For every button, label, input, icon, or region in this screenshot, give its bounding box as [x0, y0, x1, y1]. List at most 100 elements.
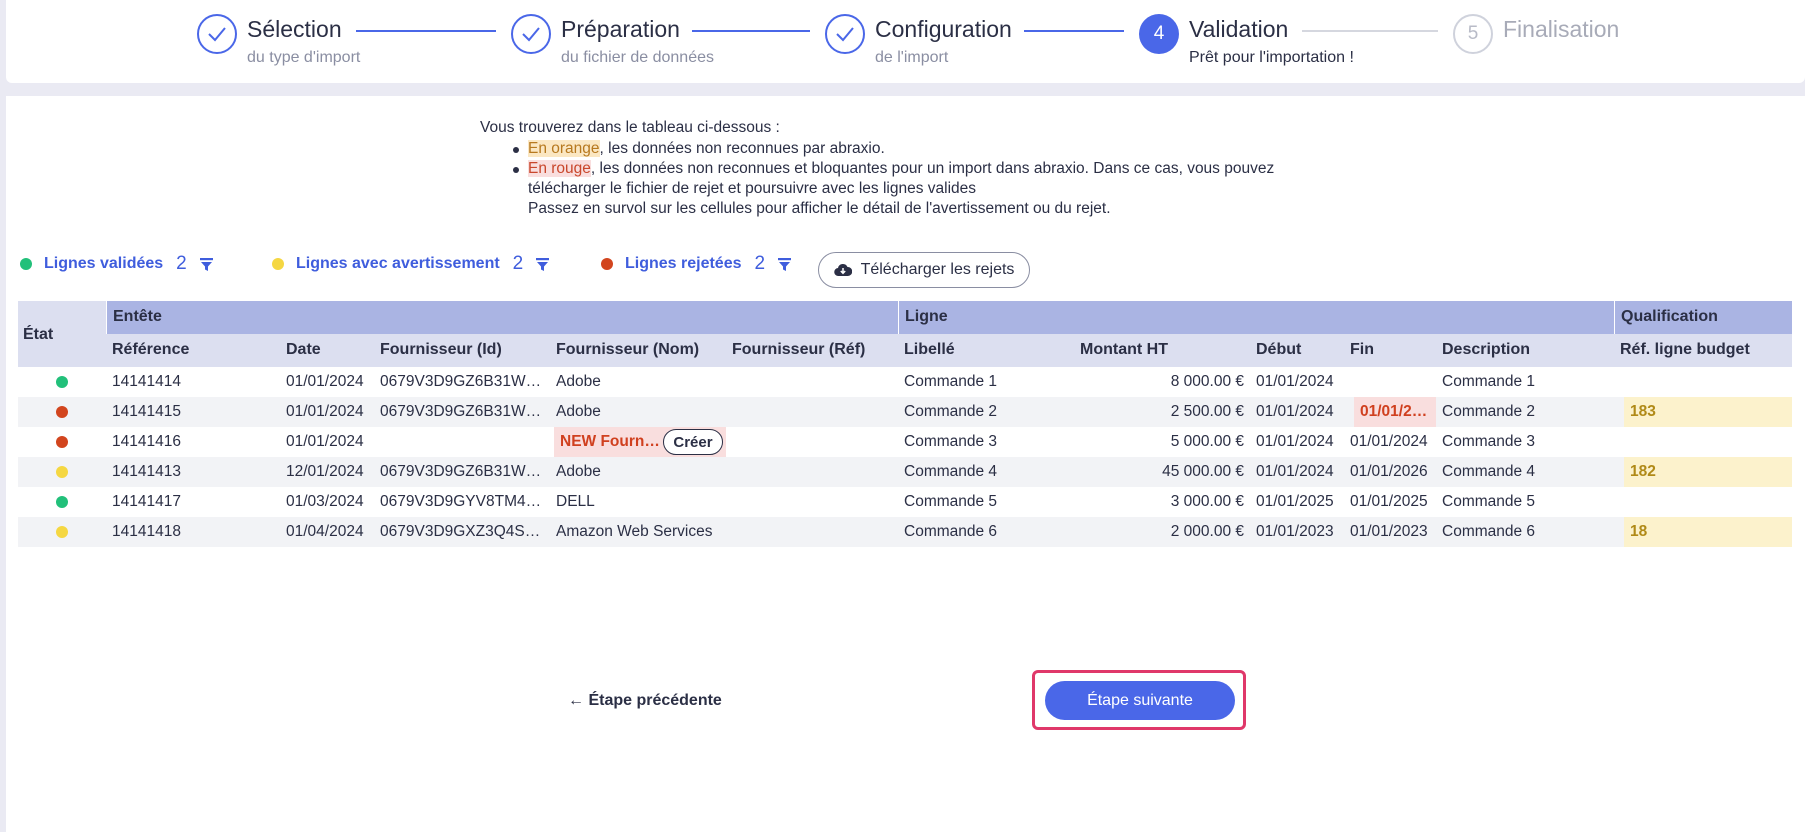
cell-start: 01/01/2023 — [1256, 523, 1334, 540]
column-header-row: Référence Date Fournisseur (Id) Fourniss… — [18, 334, 1792, 367]
column-supplier-name[interactable]: Fournisseur (Nom) — [550, 334, 726, 367]
cell-supplier-id: 0679V3D9GZ6B31WF8ZNH — [380, 463, 550, 480]
status-count: 2 — [176, 253, 187, 274]
group-qualification: Qualification — [1614, 301, 1792, 334]
cell-budget-line — [1614, 427, 1792, 457]
filter-warning[interactable]: Lignes avec avertissement 2 — [272, 252, 550, 276]
cell-supplier-ref — [726, 487, 898, 517]
download-rejects-button[interactable]: Télécharger les rejets — [818, 252, 1030, 288]
cell-date: 01/01/2024 — [286, 373, 364, 390]
cell-amount: 8 000.00 € — [1170, 373, 1244, 390]
bullet-text: , les données non reconnues par abraxio. — [599, 140, 885, 157]
filter-icon[interactable] — [777, 257, 792, 272]
step-number: 5 — [1453, 14, 1493, 54]
table-row[interactable]: 14141415 01/01/2024 0679V3D9GZ6B31WF8ZNH… — [18, 397, 1792, 427]
status-dot-red — [56, 436, 68, 448]
filter-icon[interactable] — [199, 257, 214, 272]
table-row[interactable]: 14141414 01/01/2024 0679V3D9GZ6B31WF8ZNH… — [18, 367, 1792, 397]
status-dot-green — [20, 258, 32, 270]
cell-start: 01/01/2024 — [1256, 373, 1334, 390]
column-date[interactable]: Date — [280, 334, 374, 367]
cell-amount: 45 000.00 € — [1162, 463, 1244, 480]
status-dot-yellow — [272, 258, 284, 270]
cell-label: Commande 2 — [904, 403, 998, 420]
cell-end-error[interactable]: 01/01/2034 — [1354, 397, 1436, 427]
cell-description: Commande 3 — [1442, 433, 1536, 450]
cell-description: Commande 4 — [1442, 463, 1536, 480]
cell-description: Commande 5 — [1442, 493, 1536, 510]
step-connector — [1024, 30, 1124, 32]
column-label[interactable]: Libellé — [898, 334, 1074, 367]
cell-amount: 2 000.00 € — [1170, 523, 1244, 540]
column-supplier-ref[interactable]: Fournisseur (Réf) — [726, 334, 898, 367]
status-dot-green — [56, 376, 68, 388]
status-dot-green — [56, 496, 68, 508]
column-supplier-id[interactable]: Fournisseur (Id) — [374, 334, 550, 367]
status-dot-yellow — [56, 526, 68, 538]
cell-label: Commande 5 — [904, 493, 998, 510]
cell-supplier-ref — [726, 517, 898, 547]
cell-supplier-name: DELL — [556, 493, 595, 510]
cell-reference: 14141415 — [112, 403, 181, 420]
step-subtitle: Prêt pour l'importation ! — [1189, 49, 1354, 66]
cell-reference: 14141416 — [112, 433, 181, 450]
cell-date: 01/01/2024 — [286, 433, 364, 450]
cell-budget-line-warning[interactable]: 183 — [1624, 397, 1792, 427]
column-budget-line[interactable]: Réf. ligne budget — [1614, 334, 1792, 367]
column-reference[interactable]: Référence — [106, 334, 280, 367]
cell-label: Commande 6 — [904, 523, 998, 540]
status-dot-red — [56, 406, 68, 418]
previous-step-link[interactable]: ← Étape précédente — [568, 692, 722, 710]
cell-supplier-ref — [726, 427, 898, 457]
cell-supplier-name: Adobe — [556, 403, 601, 420]
cell-supplier-id: 0679V3D9GZ6B31WF8ZNH — [380, 403, 550, 420]
table-row[interactable]: 14141417 01/03/2024 0679V3D9GYV8TM4GPQRS… — [18, 487, 1792, 517]
step-title: Sélection — [247, 16, 342, 42]
cell-supplier-id: 0679V3D9GYV8TM4GPQRS — [380, 493, 550, 510]
cell-label: Commande 3 — [904, 433, 998, 450]
new-supplier-name: NEW Fournisseur — [560, 433, 664, 450]
intro-bullet-red: En rouge, les données non reconnues et b… — [513, 159, 1280, 219]
cell-end: 01/01/2026 — [1350, 463, 1428, 480]
status-count: 2 — [754, 253, 766, 274]
step-subtitle: de l'import — [875, 49, 949, 66]
next-step-button[interactable]: Étape suivante — [1045, 681, 1235, 720]
cloud-download-icon — [833, 263, 852, 277]
filter-validated[interactable]: Lignes validées 2 — [20, 252, 214, 276]
status-count: 2 — [512, 253, 524, 274]
column-start[interactable]: Début — [1250, 334, 1344, 367]
column-description[interactable]: Description — [1436, 334, 1614, 367]
cell-date: 01/01/2024 — [286, 403, 364, 420]
cell-budget-line-warning[interactable]: 18 — [1624, 517, 1792, 547]
filter-icon[interactable] — [535, 257, 550, 272]
status-label: Lignes rejetées — [625, 255, 742, 272]
step-title: Configuration — [875, 16, 1012, 42]
step-connector — [1302, 30, 1438, 32]
group-entete: Entête — [106, 301, 898, 334]
cell-supplier-name-error[interactable]: NEW Fournisseur Créer — [554, 427, 726, 457]
step-title: Finalisation — [1503, 16, 1620, 42]
cell-start: 01/01/2024 — [1256, 403, 1334, 420]
status-label: Lignes validées — [44, 255, 164, 272]
column-end[interactable]: Fin — [1344, 334, 1436, 367]
cell-start: 01/01/2024 — [1256, 463, 1334, 480]
cell-date: 01/03/2024 — [286, 493, 364, 510]
cell-budget-line-warning[interactable]: 182 — [1624, 457, 1792, 487]
cell-date: 01/04/2024 — [286, 523, 364, 540]
check-icon — [197, 14, 237, 54]
table-row[interactable]: 14141416 01/01/2024 NEW Fournisseur Crée… — [18, 427, 1792, 457]
column-amount[interactable]: Montant HT — [1074, 334, 1250, 367]
table-row[interactable]: 14141413 12/01/2024 0679V3D9GZ6B31WF8ZNH… — [18, 457, 1792, 487]
cell-supplier-id: 0679V3D9GXZ3Q4SP0KLM — [380, 523, 550, 540]
cell-end: 01/01/2023 — [1350, 523, 1428, 540]
step-subtitle: du fichier de données — [561, 49, 714, 66]
cell-supplier-name: Amazon Web Services — [556, 523, 713, 540]
filter-rejected[interactable]: Lignes rejetées 2 — [601, 252, 792, 276]
cell-supplier-name: Adobe — [556, 373, 601, 390]
cell-start: 01/01/2025 — [1256, 493, 1334, 510]
cell-supplier-id: 0679V3D9GZ6B31WF8ZNH — [380, 373, 550, 390]
create-supplier-button[interactable]: Créer — [663, 429, 723, 455]
table-row[interactable]: 14141418 01/04/2024 0679V3D9GXZ3Q4SP0KLM… — [18, 517, 1792, 547]
import-stepper: Sélection du type d'import Préparation d… — [6, 0, 1805, 83]
cell-end: 01/01/2025 — [1350, 493, 1428, 510]
